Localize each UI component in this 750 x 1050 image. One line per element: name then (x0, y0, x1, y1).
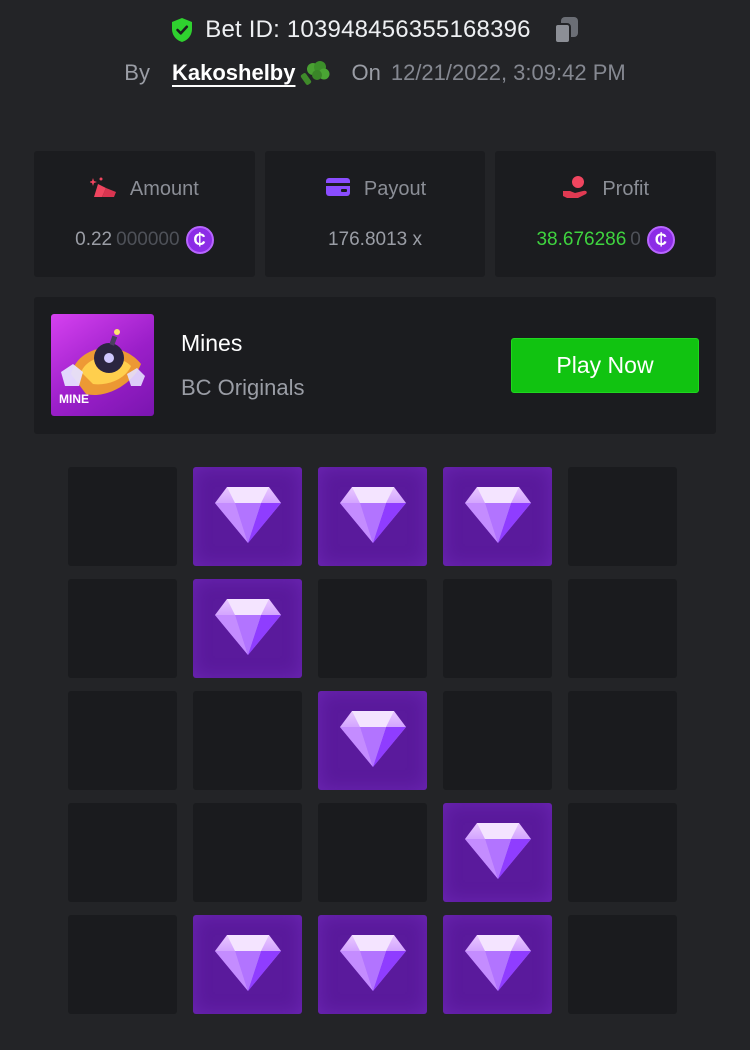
bet-stats: Amount 0.22 000000 ₵ Payout 176.8013 x P… (34, 151, 717, 277)
gem-tile (318, 915, 427, 1014)
game-title: Mines (181, 330, 243, 356)
gem-tile (318, 691, 427, 790)
bet-datetime: 12/21/2022, 3:09:42 PM (390, 60, 626, 85)
gem-icon (463, 931, 533, 998)
profit-value: 38.676286 (536, 229, 627, 250)
gem-tile (193, 915, 302, 1014)
hidden-tile (443, 691, 552, 790)
amount-value-trailing: 000000 (116, 229, 180, 250)
bet-meta-row: By Kakoshelby On 12/21/2022, 3:09:42 PM (0, 55, 750, 91)
hidden-tile (568, 467, 677, 566)
broccoli-icon (297, 59, 331, 87)
shield-check-icon (171, 17, 193, 43)
gem-tile (318, 467, 427, 566)
gem-icon (463, 483, 533, 550)
amount-icon (88, 175, 118, 204)
on-label: On (351, 60, 381, 85)
gem-icon (213, 595, 283, 662)
hidden-tile (318, 579, 427, 678)
gem-tile (443, 915, 552, 1014)
gem-tile (443, 467, 552, 566)
gem-icon (338, 483, 408, 550)
coin-icon: ₵ (185, 226, 214, 254)
hidden-tile (193, 691, 302, 790)
gem-icon (338, 707, 408, 774)
bet-id: Bet ID: 103948456355168396 (205, 16, 531, 43)
gem-icon (338, 931, 408, 998)
copy-icon[interactable] (553, 15, 579, 45)
amount-card: Amount 0.22 000000 ₵ (34, 151, 255, 277)
profit-value-trailing: 0 (630, 229, 641, 250)
hidden-tile (68, 467, 177, 566)
profit-label: Profit (602, 177, 650, 200)
gem-icon (213, 483, 283, 550)
play-now-button[interactable]: Play Now (511, 338, 699, 393)
amount-value: 0.22 (75, 229, 113, 250)
hidden-tile (318, 803, 427, 902)
mines-board (68, 467, 677, 1015)
thumbnail-label: MINE (59, 392, 89, 406)
hidden-tile (68, 915, 177, 1014)
game-card: MINE Mines BC Originals Play Now (34, 297, 716, 434)
gem-tile (193, 467, 302, 566)
payout-label: Payout (363, 177, 427, 200)
hidden-tile (568, 579, 677, 678)
gem-tile (443, 803, 552, 902)
hidden-tile (68, 579, 177, 678)
coin-icon: ₵ (646, 226, 675, 254)
hidden-tile (443, 579, 552, 678)
hidden-tile (68, 691, 177, 790)
gem-tile (193, 579, 302, 678)
hidden-tile (568, 691, 677, 790)
hidden-tile (568, 915, 677, 1014)
hidden-tile (568, 803, 677, 902)
wallet-card-icon (324, 175, 352, 204)
payout-card: Payout 176.8013 x (264, 151, 486, 277)
by-label: By (124, 60, 150, 85)
username-link[interactable]: Kakoshelby (172, 60, 296, 86)
hidden-tile (68, 803, 177, 902)
profit-card: Profit 38.676286 0 ₵ (495, 151, 717, 277)
amount-label: Amount (129, 177, 199, 200)
gem-icon (463, 819, 533, 886)
gem-icon (213, 931, 283, 998)
game-provider: BC Originals (181, 375, 305, 400)
profit-hand-icon (562, 175, 590, 204)
mines-thumbnail[interactable]: MINE (51, 314, 154, 416)
bet-id-row: Bet ID: 103948456355168396 (0, 10, 750, 50)
hidden-tile (193, 803, 302, 902)
payout-value: 176.8013 x (327, 229, 423, 250)
